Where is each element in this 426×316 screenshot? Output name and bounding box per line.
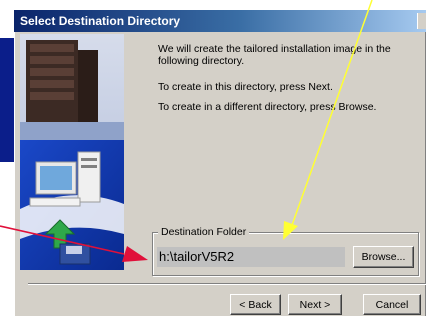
next-button[interactable]: Next > bbox=[288, 294, 342, 315]
info-text-press-next: To create in this directory, press Next. bbox=[158, 81, 333, 93]
browse-button[interactable]: Browse... bbox=[353, 246, 414, 268]
cancel-button[interactable]: Cancel bbox=[363, 294, 421, 315]
window-title: Select Destination Directory bbox=[20, 14, 181, 28]
wizard-side-graphic bbox=[20, 34, 124, 270]
info-text-press-browse: To create in a different directory, pres… bbox=[158, 101, 377, 113]
desktop-window-fragment bbox=[0, 38, 14, 162]
title-bar-button-edge[interactable] bbox=[417, 13, 426, 29]
title-bar[interactable]: Select Destination Directory bbox=[14, 10, 426, 32]
back-button[interactable]: < Back bbox=[230, 294, 281, 315]
destination-folder-label: Destination Folder bbox=[158, 226, 250, 238]
button-separator bbox=[28, 283, 426, 285]
wizard-illustration bbox=[20, 34, 124, 270]
destination-path-field: h:\tailorV5R2 bbox=[157, 247, 345, 267]
info-text-target-directory: We will create the tailored installation… bbox=[158, 43, 391, 67]
desktop-background-top bbox=[14, 0, 426, 10]
